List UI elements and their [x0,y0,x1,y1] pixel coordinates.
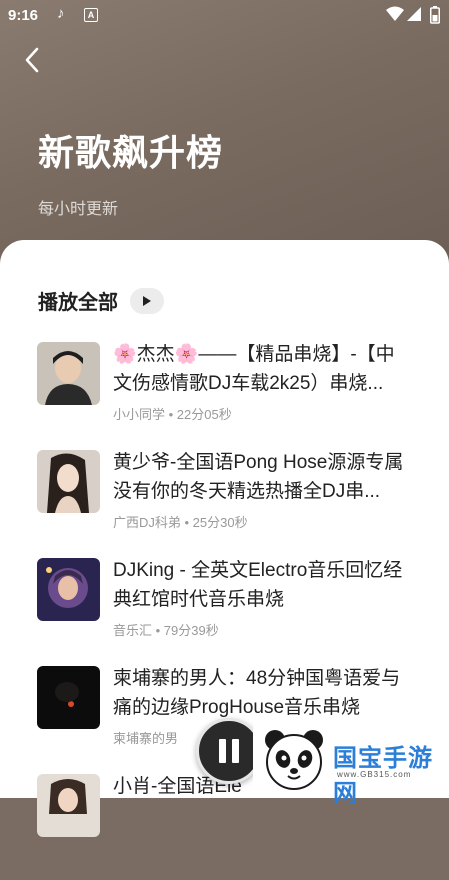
watermark-url: www.GB315.com [337,770,412,779]
wifi-icon [386,6,404,21]
song-meta: 柬埔寨的男 [113,731,179,746]
song-title: 🌸杰杰🌸——【精品串烧】-【中文伤感情歌DJ车载2k25）串烧... [113,344,395,394]
song-cover [37,666,100,729]
battery-icon [430,6,440,24]
song-meta: 小小同学 • 22分05秒 [113,407,232,422]
back-button[interactable] [18,44,46,76]
status-time: 9:16 [8,7,39,24]
page-title: 新歌飙升榜 [38,132,224,173]
list-item[interactable]: 🌸杰杰🌸——【精品串烧】-【中文伤感情歌DJ车载2k25）串烧... 小小同学 … [0,340,449,448]
tiktok-icon: ♪ [57,5,65,22]
song-cover [37,558,100,621]
chevron-left-icon [25,47,39,73]
song-list-sheet: 播放全部 🌸杰杰🌸——【精品串烧】-【中文伤感情歌DJ车载2k25）串烧... … [0,240,449,837]
page-subtitle: 每小时更新 [38,201,119,218]
song-title: 柬埔寨的男人：48分钟国粤语爱与痛的边缘ProgHouse音乐串烧 [113,668,401,718]
song-cover [37,774,100,837]
signal-icon [407,7,421,21]
status-bar: 9:16 ♪ A [0,0,449,32]
play-icon[interactable] [130,287,164,314]
song-title: DJKing - 全英文Electro音乐回忆经典红馆时代音乐串烧 [113,560,403,610]
song-meta: 音乐汇 • 79分39秒 [113,623,219,638]
watermark: 国宝手游网 www.GB315.com [253,720,449,807]
song-meta: 广西DJ科弟 • 25分30秒 [113,515,248,530]
a-icon: A [84,8,98,22]
panda-logo-icon [265,730,323,790]
play-all-label: 播放全部 [38,292,118,314]
song-cover [37,342,100,405]
song-cover [37,450,100,513]
play-all-button[interactable]: 播放全部 [38,286,164,315]
song-title: 黄少爷-全国语Pong Hose源源专属没有你的冬天精选热播全DJ串... [113,452,404,502]
pause-icon [219,739,226,763]
list-item[interactable]: 黄少爷-全国语Pong Hose源源专属没有你的冬天精选热播全DJ串... 广西… [0,448,449,556]
list-item[interactable]: DJKing - 全英文Electro音乐回忆经典红馆时代音乐串烧 音乐汇 • … [0,556,449,664]
